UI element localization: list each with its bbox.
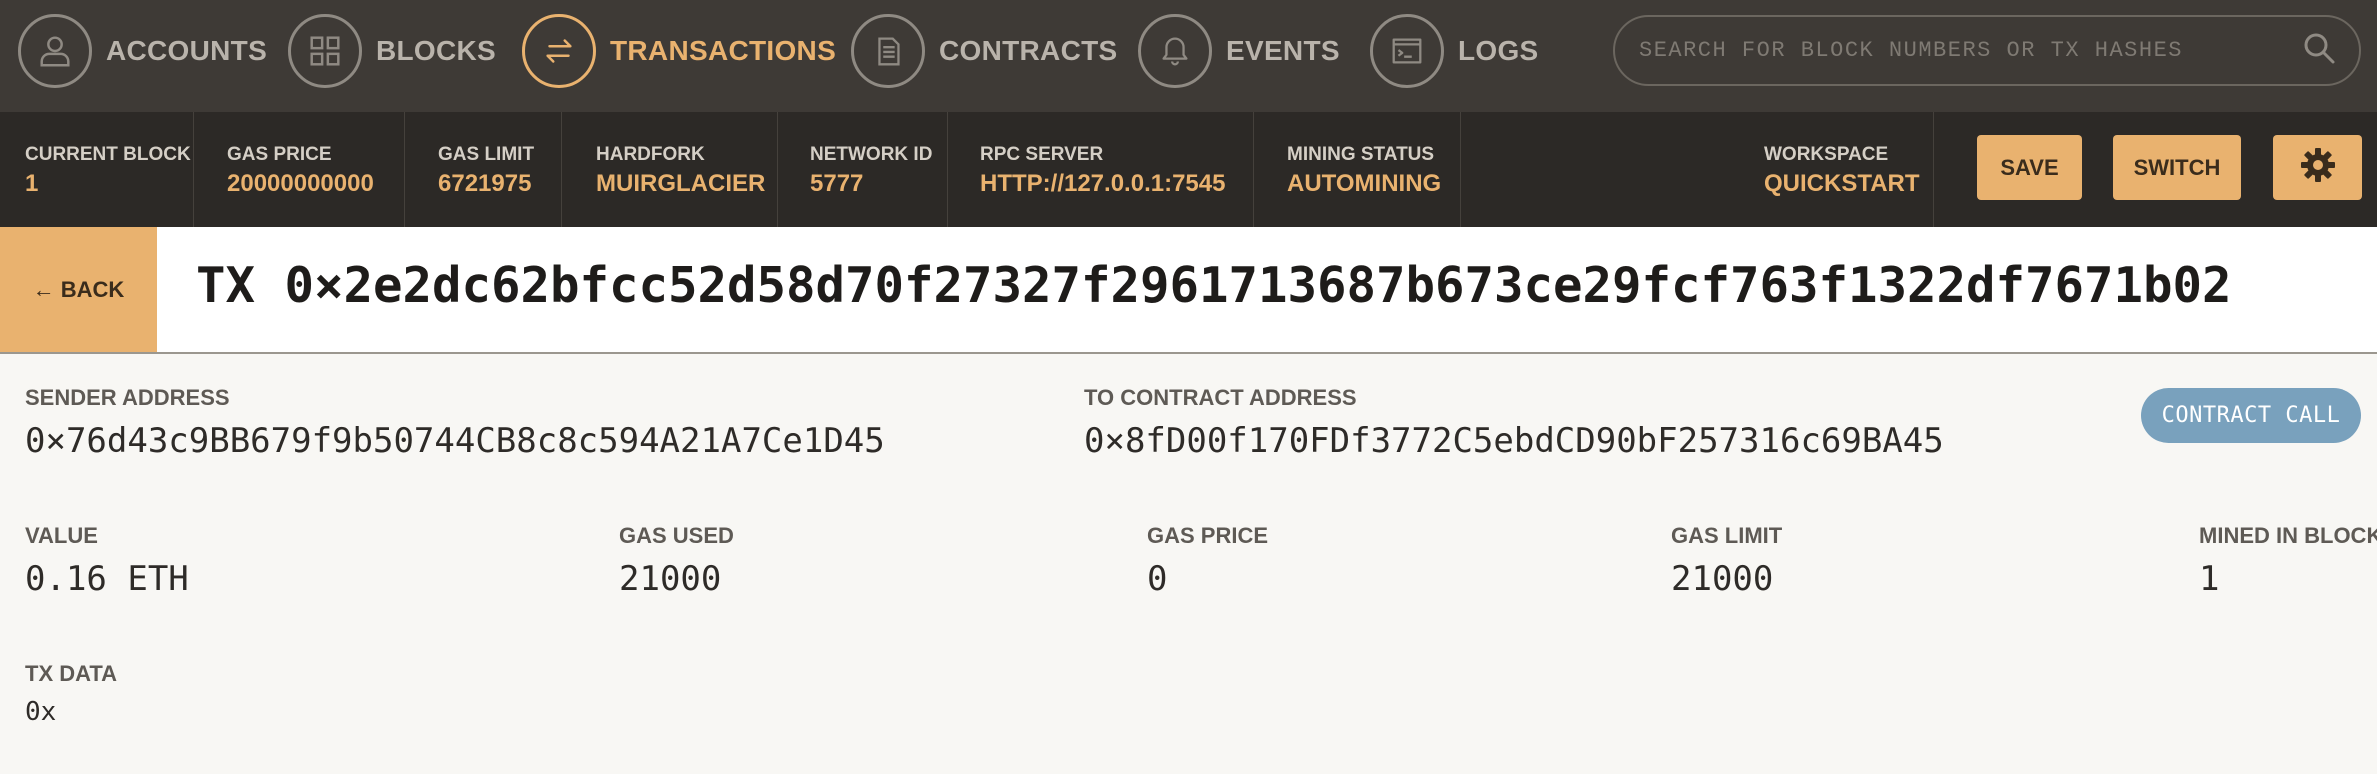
gas-price-field: GAS PRICE 0	[1147, 523, 1268, 599]
gas-limit-value: 21000	[1671, 559, 1774, 599]
value-amount: 0.16 ETH	[25, 559, 189, 599]
stat-label: GAS PRICE	[227, 144, 332, 165]
stat-value: HTTP://127.0.0.1:7545	[980, 170, 1226, 197]
nav-blocks[interactable]: BLOCKS	[288, 13, 496, 89]
back-button[interactable]: ← BACK	[0, 227, 157, 352]
stat-label: CURRENT BLOCK	[25, 144, 191, 165]
grid-icon	[288, 14, 362, 88]
nav-transactions[interactable]: TRANSACTIONS	[522, 13, 836, 89]
search-icon[interactable]	[2301, 30, 2337, 71]
nav-logs-label: LOGS	[1458, 35, 1539, 66]
search-input[interactable]	[1639, 38, 2301, 63]
stat-gas-price: GAS PRICE 20000000000	[194, 112, 405, 227]
contract-call-badge: CONTRACT CALL	[2141, 388, 2361, 443]
nav-contracts[interactable]: CONTRACTS	[851, 13, 1117, 89]
sender-address-value: 0×76d43c9BB679f9b50744CB8c8c594A21A7Ce1D…	[25, 421, 885, 461]
stat-current-block: CURRENT BLOCK 1	[0, 112, 194, 227]
nav-contracts-label: CONTRACTS	[939, 35, 1118, 66]
nav-transactions-label: TRANSACTIONS	[610, 35, 837, 66]
stat-value: AUTOMINING	[1287, 170, 1442, 197]
stat-label: NETWORK ID	[810, 144, 933, 165]
stat-value: MUIRGLACIER	[596, 170, 766, 197]
stat-value: 1	[25, 170, 39, 197]
stat-label: WORKSPACE	[1764, 144, 1889, 165]
stat-label: MINING STATUS	[1287, 144, 1435, 165]
bell-icon	[1138, 14, 1212, 88]
nav-events-label: EVENTS	[1226, 35, 1340, 66]
stat-value: 6721975	[438, 170, 532, 197]
stat-value: 5777	[810, 170, 864, 197]
stat-value: QUICKSTART	[1764, 170, 1920, 197]
stat-hardfork: HARDFORK MUIRGLACIER	[562, 112, 778, 227]
search-bar	[1613, 15, 2361, 86]
to-contract-address-field: TO CONTRACT ADDRESS 0×8fD00f170FDf3772C5…	[1084, 385, 1944, 461]
stat-label: GAS LIMIT	[438, 144, 535, 165]
stat-label: HARDFORK	[596, 144, 705, 165]
field-label: TX DATA	[25, 661, 118, 686]
settings-button[interactable]	[2273, 135, 2362, 200]
transaction-header: ← BACK TX 0×2e2dc62bfcc52d58d70f27327f29…	[0, 227, 2377, 354]
gas-used-value: 21000	[619, 559, 722, 599]
to-contract-address-value[interactable]: 0×8fD00f170FDf3772C5ebdCD90bF257316c69BA…	[1084, 421, 1944, 461]
field-label: GAS PRICE	[1147, 523, 1269, 548]
save-button[interactable]: SAVE	[1977, 135, 2082, 200]
field-label: GAS USED	[619, 523, 734, 548]
top-navigation: ACCOUNTS BLOCKS TRANSACTIONS CONTRACTS E…	[0, 0, 2377, 112]
stat-workspace: WORKSPACE QUICKSTART	[1740, 112, 1934, 227]
stat-value: 20000000000	[227, 170, 374, 197]
gas-price-value: 0	[1147, 559, 1168, 599]
mined-in-block-field: MINED IN BLOCK 1	[2199, 523, 2377, 599]
nav-accounts-label: ACCOUNTS	[106, 35, 268, 66]
gas-limit-field: GAS LIMIT 21000	[1671, 523, 1782, 599]
person-icon	[18, 14, 92, 88]
stat-label: RPC SERVER	[980, 144, 1104, 165]
document-icon	[851, 14, 925, 88]
gas-used-field: GAS USED 21000	[619, 523, 734, 599]
nav-blocks-label: BLOCKS	[376, 35, 497, 66]
stat-rpc-server: RPC SERVER HTTP://127.0.0.1:7545	[948, 112, 1254, 227]
stat-mining-status: MINING STATUS AUTOMINING	[1254, 112, 1461, 227]
nav-accounts[interactable]: ACCOUNTS	[18, 13, 267, 89]
field-label: VALUE	[25, 523, 98, 548]
field-label: SENDER ADDRESS	[25, 385, 230, 410]
switch-button[interactable]: SWITCH	[2113, 135, 2241, 200]
sender-address-field: SENDER ADDRESS 0×76d43c9BB679f9b50744CB8…	[25, 385, 885, 461]
mined-in-block-value[interactable]: 1	[2199, 559, 2377, 599]
terminal-icon	[1370, 14, 1444, 88]
field-label: GAS LIMIT	[1671, 523, 1783, 548]
field-label: TO CONTRACT ADDRESS	[1084, 385, 1357, 410]
gear-icon	[2298, 145, 2338, 191]
page-title: TX 0×2e2dc62bfcc52d58d70f27327f296171368…	[196, 257, 2232, 314]
stat-gas-limit: GAS LIMIT 6721975	[405, 112, 562, 227]
tx-data-value: 0x	[25, 697, 57, 727]
tx-data-field: TX DATA 0x	[25, 661, 117, 727]
nav-events[interactable]: EVENTS	[1138, 13, 1340, 89]
field-label: MINED IN BLOCK	[2199, 523, 2377, 548]
arrows-swap-icon	[522, 14, 596, 88]
value-field: VALUE 0.16 ETH	[25, 523, 189, 599]
status-bar: CURRENT BLOCK 1 GAS PRICE 20000000000 GA…	[0, 112, 2377, 227]
stat-network-id: NETWORK ID 5777	[778, 112, 948, 227]
nav-logs[interactable]: LOGS	[1370, 13, 1539, 89]
